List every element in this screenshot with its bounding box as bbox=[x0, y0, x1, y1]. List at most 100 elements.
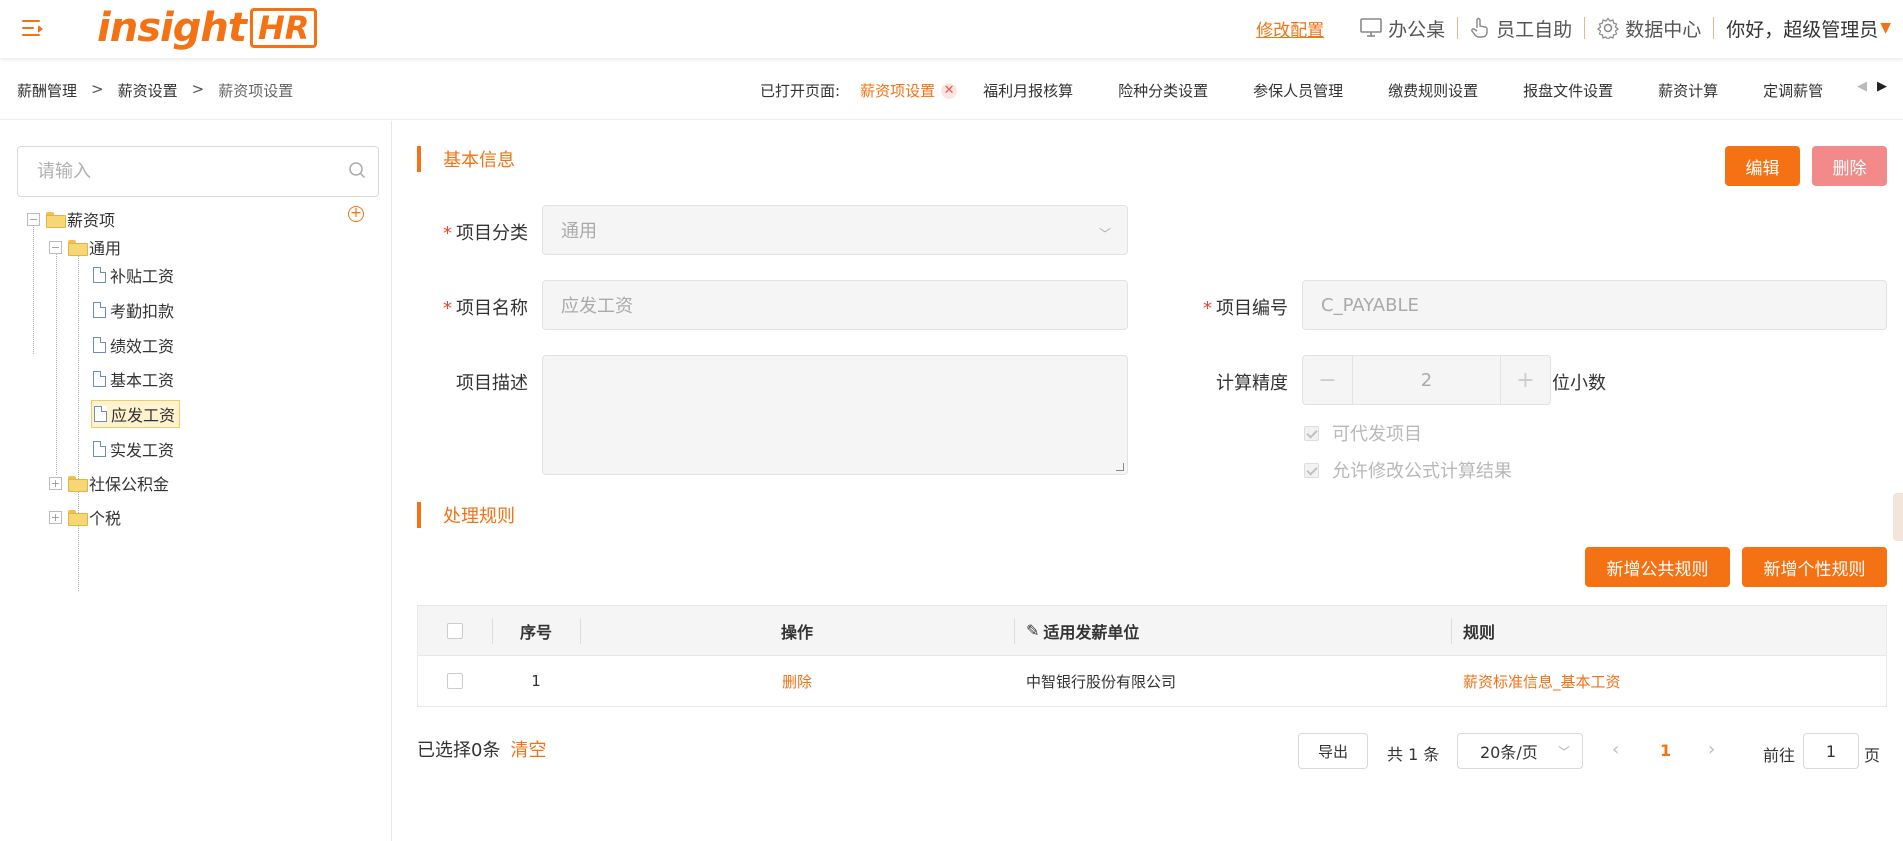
menu-toggle-icon[interactable] bbox=[22, 17, 46, 39]
minus-icon[interactable]: − bbox=[1303, 356, 1353, 404]
clear-selection-link[interactable]: 清空 bbox=[510, 736, 546, 762]
goto-page-input[interactable]: 1 bbox=[1803, 733, 1859, 769]
name-value: 应发工资 bbox=[561, 296, 633, 317]
tree-leaf[interactable]: 实发工资 bbox=[93, 436, 174, 462]
breadcrumb-item[interactable]: 薪酬管理 bbox=[17, 80, 77, 101]
tree-node-label: 通用 bbox=[89, 239, 122, 258]
header-right: 修改配置 办公桌 员工自助 数据中心 你好，超级管理员 ▼ bbox=[1256, 0, 1903, 56]
tree-guide-line bbox=[56, 249, 57, 475]
open-tab[interactable]: 报盘文件设置 bbox=[1523, 80, 1613, 101]
desc-textarea[interactable] bbox=[542, 355, 1128, 475]
row-delete-link[interactable]: 删除 bbox=[782, 671, 812, 692]
document-icon bbox=[94, 406, 107, 422]
category-select[interactable]: 通用 ﹀ bbox=[542, 205, 1128, 255]
precision-unit: 位小数 bbox=[1552, 373, 1606, 394]
nav-self-service-label: 员工自助 bbox=[1496, 18, 1573, 41]
precision-stepper[interactable]: − 2 + bbox=[1302, 355, 1551, 405]
desc-label: 项目描述 bbox=[440, 369, 528, 395]
precision-value: 2 bbox=[1420, 369, 1433, 391]
prev-page-icon[interactable]: ‹ bbox=[1612, 739, 1619, 760]
add-public-rule-button[interactable]: 新增公共规则 bbox=[1585, 547, 1730, 587]
document-icon bbox=[93, 441, 106, 457]
tree-node-root[interactable]: − 薪资项 bbox=[27, 206, 115, 232]
tree-node-tax[interactable]: + 个税 bbox=[49, 504, 121, 530]
tree-guide-line bbox=[78, 249, 79, 591]
nav-data-center-label: 数据中心 bbox=[1625, 18, 1702, 41]
open-tab-active[interactable]: 薪资项设置 ✕ bbox=[860, 80, 958, 101]
row-checkbox[interactable] bbox=[447, 673, 463, 689]
tree-search-input[interactable] bbox=[17, 146, 379, 197]
tree-leaf[interactable]: 基本工资 bbox=[93, 366, 174, 392]
select-all-checkbox[interactable] bbox=[447, 622, 463, 639]
delete-button[interactable]: 删除 bbox=[1812, 146, 1887, 186]
tree-leaf[interactable]: 绩效工资 bbox=[93, 332, 174, 358]
nav-desk[interactable]: 办公桌 bbox=[1348, 17, 1457, 41]
tree-leaf-label: 应发工资 bbox=[111, 406, 176, 425]
code-label-text: 项目编号 bbox=[1216, 298, 1288, 319]
export-button[interactable]: 导出 bbox=[1298, 733, 1368, 769]
checkbox-label: 允许修改公式计算结果 bbox=[1332, 461, 1512, 482]
plus-icon[interactable]: + bbox=[1500, 356, 1550, 404]
document-icon bbox=[93, 371, 106, 387]
rules-table: 序号 操作 ✎ 适用发薪单位 规则 1 删除 中智银行股份有限公司 薪资标准信息… bbox=[417, 605, 1887, 707]
add-node-icon[interactable]: + bbox=[348, 206, 364, 222]
table-row: 1 删除 中智银行股份有限公司 薪资标准信息_基本工资 bbox=[418, 656, 1886, 706]
current-page[interactable]: 1 bbox=[1660, 741, 1671, 760]
open-tab[interactable]: 参保人员管理 bbox=[1253, 80, 1343, 101]
page-size-value: 20条/页 bbox=[1480, 743, 1538, 762]
user-menu[interactable]: 你好，超级管理员 ▼ bbox=[1713, 17, 1903, 41]
name-input[interactable]: 应发工资 bbox=[542, 280, 1128, 330]
breadcrumb-item[interactable]: 薪资设置 bbox=[118, 80, 178, 101]
chevron-left-icon[interactable]: ◀ bbox=[1857, 79, 1867, 94]
expand-icon[interactable]: + bbox=[49, 476, 62, 490]
goto-label: 前往 bbox=[1763, 746, 1796, 765]
open-tab[interactable]: 缴费规则设置 bbox=[1388, 80, 1478, 101]
logo-text: insight bbox=[97, 5, 247, 51]
close-icon[interactable]: ✕ bbox=[941, 82, 958, 99]
logo-hr-text: HR bbox=[249, 8, 318, 48]
col-unit: ✎ 适用发薪单位 bbox=[1014, 606, 1451, 655]
open-tab-label: 薪资项设置 bbox=[860, 82, 936, 100]
add-personal-rule-button[interactable]: 新增个性规则 bbox=[1742, 547, 1887, 587]
collapse-icon[interactable]: − bbox=[49, 240, 62, 254]
precision-label-text: 计算精度 bbox=[1216, 373, 1288, 394]
checkbox-icon[interactable] bbox=[1304, 462, 1319, 478]
rule-link[interactable]: 薪资标准信息_基本工资 bbox=[1463, 671, 1621, 692]
open-tab[interactable]: 定调薪管 bbox=[1763, 80, 1823, 101]
code-input[interactable]: C_PAYABLE bbox=[1302, 280, 1887, 330]
open-tab[interactable]: 险种分类设置 bbox=[1118, 80, 1208, 101]
checkbox-allow-modify[interactable]: 允许修改公式计算结果 bbox=[1304, 457, 1512, 483]
cell-no: 1 bbox=[531, 672, 541, 690]
collapse-icon[interactable]: − bbox=[27, 212, 40, 226]
col-op-label: 操作 bbox=[780, 622, 813, 642]
change-config-link[interactable]: 修改配置 bbox=[1256, 16, 1348, 41]
required-mark: * bbox=[443, 298, 452, 319]
search-icon[interactable] bbox=[348, 161, 366, 179]
tree-leaf-selected[interactable]: 应发工资 bbox=[91, 400, 181, 428]
chevron-right-icon[interactable]: ▶ bbox=[1877, 79, 1887, 94]
open-tabs: 已打开页面: 薪资项设置 ✕ 福利月报核算 险种分类设置 参保人员管理 缴费规则… bbox=[760, 80, 1840, 101]
side-drawer-handle[interactable] bbox=[1893, 493, 1903, 541]
resize-handle-icon[interactable] bbox=[1116, 463, 1124, 471]
category-label: * 项目分类 bbox=[440, 219, 528, 245]
open-tab[interactable]: 薪资计算 bbox=[1658, 80, 1718, 101]
checkbox-icon[interactable] bbox=[1304, 425, 1319, 441]
tree-node-social[interactable]: + 社保公积金 bbox=[49, 470, 169, 496]
tree-leaf[interactable]: 补贴工资 bbox=[93, 262, 174, 288]
nav-self-service[interactable]: 员工自助 bbox=[1457, 17, 1584, 41]
precision-label: 计算精度 bbox=[1200, 369, 1288, 395]
chevron-down-icon: ﹀ bbox=[1557, 744, 1570, 759]
checkbox-agent-pay[interactable]: 可代发项目 bbox=[1304, 420, 1422, 446]
tree-node-label: 薪资项 bbox=[67, 211, 116, 230]
edit-button[interactable]: 编辑 bbox=[1725, 146, 1800, 186]
tree-node-general[interactable]: − 通用 bbox=[49, 234, 121, 260]
expand-icon[interactable]: + bbox=[49, 510, 62, 524]
next-page-icon[interactable]: › bbox=[1708, 739, 1715, 760]
nav-data-center[interactable]: 数据中心 bbox=[1584, 17, 1713, 41]
tree-leaf[interactable]: 考勤扣款 bbox=[93, 297, 174, 323]
category-value: 通用 bbox=[561, 221, 597, 242]
open-tab[interactable]: 福利月报核算 bbox=[983, 80, 1073, 101]
cell-op: 删除 bbox=[580, 656, 1014, 706]
section-bar bbox=[417, 146, 421, 172]
page-size-select[interactable]: 20条/页 ﹀ bbox=[1457, 733, 1583, 769]
